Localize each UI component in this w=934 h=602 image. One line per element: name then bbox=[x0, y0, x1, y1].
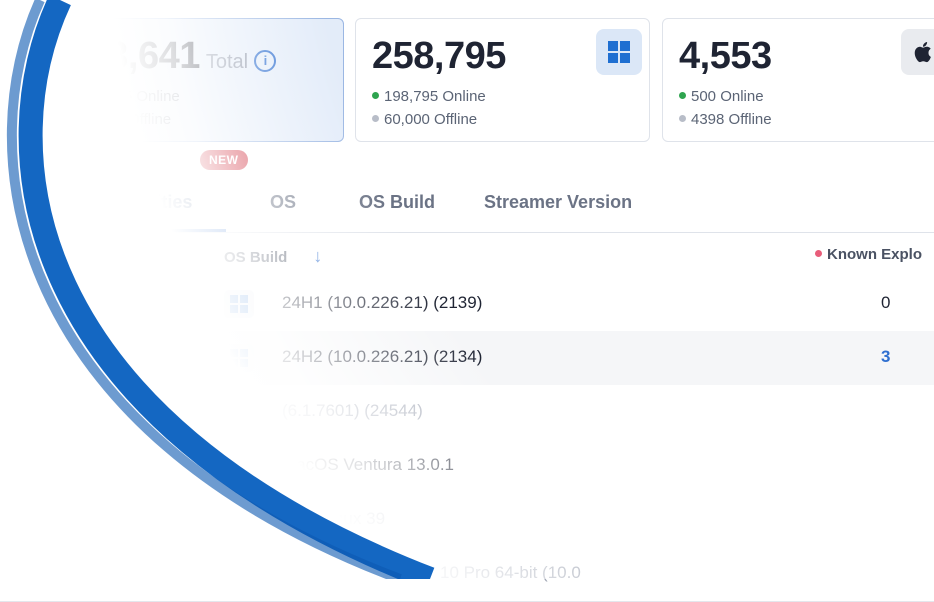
known-exploits-value: 0 bbox=[881, 293, 891, 312]
online-count: 198,795 Online bbox=[372, 88, 486, 105]
os-build-name: 24H1 (10.0.226.21) (2139) bbox=[282, 293, 483, 312]
table-row[interactable]: dora Linux 39 bbox=[0, 493, 934, 548]
sort-down-icon[interactable]: ↓ bbox=[313, 246, 322, 266]
column-count[interactable]: Count bbox=[66, 246, 109, 263]
table-row[interactable]: 24H2 (10.0.226.21) (2134) 3 bbox=[0, 331, 934, 386]
os-build-name: macOS Ventura 13.0.1 bbox=[282, 455, 454, 474]
os-build-name: 10 Pro 64-bit (10.0 bbox=[440, 563, 581, 582]
online-dot-icon bbox=[66, 92, 73, 99]
info-icon[interactable]: i bbox=[254, 50, 277, 72]
table-header: Count OS Build ↓ Known Explo bbox=[0, 232, 934, 278]
new-badge: NEW bbox=[200, 150, 248, 170]
column-known-exploits[interactable]: Known Explo bbox=[815, 246, 922, 263]
table-row[interactable]: (6.1.7601) (24544) bbox=[0, 385, 934, 440]
windows-icon bbox=[224, 290, 254, 318]
row-count: 3 bbox=[76, 293, 86, 312]
windows-count: 258,795 bbox=[372, 35, 506, 77]
os-build-name: 24H2 (10.0.226.21) (2134) bbox=[282, 347, 483, 366]
table-row[interactable]: 3 24H1 (10.0.226.21) (2139) 0 bbox=[0, 277, 934, 332]
offline-count: 4398 Offline bbox=[679, 111, 772, 128]
table-row[interactable]: 10 Pro 64-bit (10.0 bbox=[0, 547, 934, 602]
tab-os-build[interactable]: OS Build bbox=[359, 192, 435, 213]
online-count: 500 Online bbox=[679, 88, 764, 105]
os-build-name: (6.1.7601) (24544) bbox=[282, 401, 423, 420]
offline-dot-icon bbox=[372, 115, 379, 122]
offline-dot-icon bbox=[66, 115, 73, 122]
online-dot-icon bbox=[372, 92, 379, 99]
windows-icon bbox=[224, 398, 254, 426]
column-os-build[interactable]: OS Build ↓ bbox=[224, 246, 322, 267]
dashboard: 263,641 Total i 198,795 Online 60,000 Offl… bbox=[0, 0, 934, 602]
tab-vulnerabilities[interactable]: Vulnerabilities bbox=[70, 192, 192, 213]
windows-icon bbox=[596, 29, 642, 75]
tab-os[interactable]: OS bbox=[270, 192, 296, 213]
online-count: 198,795 Online bbox=[66, 88, 180, 105]
total-count: 263,641 Total i bbox=[66, 35, 277, 78]
windows-icon bbox=[224, 344, 254, 372]
mac-devices-card[interactable]: 4,553 500 Online 4398 Offline bbox=[662, 18, 934, 142]
apple-icon bbox=[224, 452, 254, 480]
tab-streamer-version[interactable]: Streamer Version bbox=[484, 192, 632, 213]
offline-count: 60,000 Offline bbox=[372, 111, 477, 128]
offline-dot-icon bbox=[679, 115, 686, 122]
table-row[interactable]: macOS Ventura 13.0.1 bbox=[0, 439, 934, 494]
windows-devices-card[interactable]: 258,795 198,795 Online 60,000 Offline bbox=[355, 18, 650, 142]
os-build-name: dora Linux 39 bbox=[282, 509, 386, 528]
known-exploits-link[interactable]: 3 bbox=[881, 347, 890, 367]
mac-count: 4,553 bbox=[679, 35, 772, 77]
online-dot-icon bbox=[679, 92, 686, 99]
tab-bar: Vulnerabilities OS OS Build Streamer Ver… bbox=[0, 182, 934, 233]
offline-count: 60,000 Offline bbox=[66, 111, 171, 128]
known-exploit-dot-icon bbox=[815, 250, 822, 257]
total-label: Total bbox=[205, 51, 249, 73]
total-devices-card[interactable]: 263,641 Total i 198,795 Online 60,000 Offl… bbox=[49, 18, 344, 142]
apple-icon bbox=[901, 29, 934, 75]
